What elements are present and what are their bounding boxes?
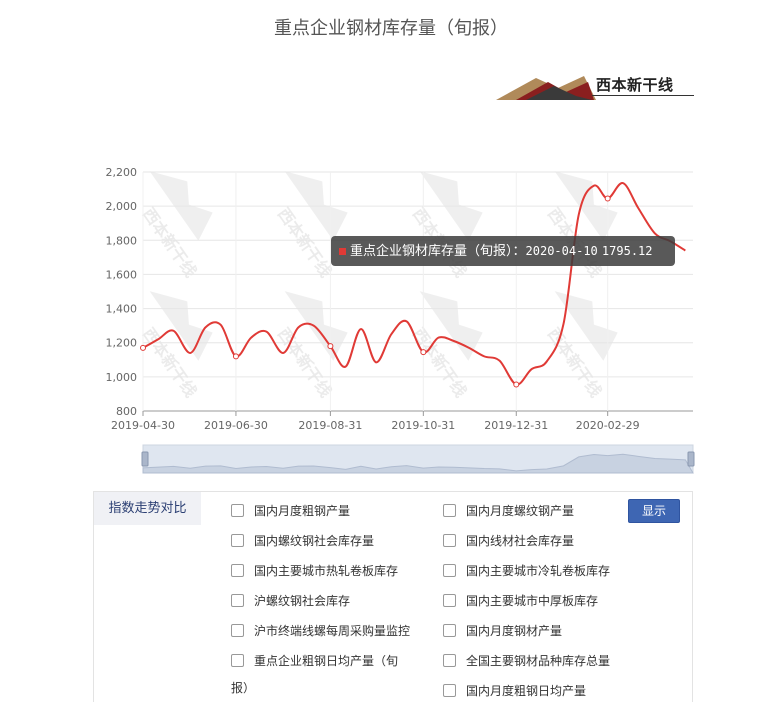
y-tick-label: 800 xyxy=(116,405,137,418)
option-label: 国内螺纹钢社会库存量 xyxy=(254,534,375,548)
compare-option[interactable]: 国内螺纹钢社会库存量 xyxy=(231,532,374,549)
line-chart: 西本新干线西本新干线西本新干线西本新干线西本新干线西本新干线西本新干线西本新干线… xyxy=(106,166,695,474)
checkbox[interactable] xyxy=(231,594,244,607)
x-tick-label: 2019-04-30 xyxy=(111,419,175,432)
compare-option[interactable]: 国内月度粗钢日均产量 xyxy=(443,682,586,699)
compare-option[interactable]: 国内主要城市冷轧卷板库存 xyxy=(443,562,610,579)
watermark: 西本新干线 xyxy=(544,291,618,401)
tooltip-date: 2020-04-10 xyxy=(525,244,598,258)
option-label: 国内月度粗钢日均产量 xyxy=(466,684,587,698)
watermark: 西本新干线 xyxy=(274,291,348,401)
option-label: 沪市终端线螺每周采购量监控 xyxy=(254,624,411,638)
zoom-handle-right[interactable] xyxy=(687,451,695,467)
option-label: 全国主要钢材品种库存总量 xyxy=(466,654,611,668)
chart-tooltip: 重点企业钢材库存量（旬报）：2020-04-10 1795.12 xyxy=(331,236,675,266)
compare-option[interactable]: 国内主要城市中厚板库存 xyxy=(443,592,598,609)
tooltip-marker xyxy=(339,248,346,255)
option-label: 重点企业粗钢日均产量（旬 xyxy=(254,654,399,668)
y-tick-label: 2,200 xyxy=(106,166,138,179)
checkbox[interactable] xyxy=(443,594,456,607)
data-point xyxy=(232,353,239,360)
data-point xyxy=(604,195,611,202)
checkbox[interactable] xyxy=(231,564,244,577)
y-tick-label: 1,600 xyxy=(106,268,138,281)
option-label-wrap: 报） xyxy=(231,681,256,695)
option-label: 沪螺纹钢社会库存 xyxy=(254,594,351,608)
chart-title: 重点企业钢材库存量（旬报） xyxy=(274,18,508,39)
checkbox[interactable] xyxy=(231,624,244,637)
x-tick-label: 2019-12-31 xyxy=(484,419,548,432)
checkbox[interactable] xyxy=(443,684,456,697)
tab-index-compare[interactable]: 指数走势对比 xyxy=(94,492,201,525)
compare-option[interactable]: 国内线材社会库存量 xyxy=(443,532,574,549)
checkbox[interactable] xyxy=(443,624,456,637)
option-label: 国内主要城市热轧卷板库存 xyxy=(254,564,399,578)
zoom-handle-left[interactable] xyxy=(141,451,149,467)
y-tick-label: 1,000 xyxy=(106,371,138,384)
x-tick-label: 2019-06-30 xyxy=(204,419,268,432)
option-label: 国内月度螺纹钢产量 xyxy=(466,504,575,518)
y-tick-label: 2,000 xyxy=(106,200,138,213)
y-tick-label: 1,800 xyxy=(106,234,138,247)
watermark: 西本新干线 xyxy=(139,171,213,281)
option-label: 国内月度粗钢产量 xyxy=(254,504,351,518)
option-label: 国内主要城市冷轧卷板库存 xyxy=(466,564,611,578)
compare-option[interactable]: 国内月度粗钢产量 xyxy=(231,502,350,519)
data-point xyxy=(420,349,427,356)
compare-option[interactable]: 国内月度螺纹钢产量 xyxy=(443,502,574,519)
compare-option[interactable]: 重点企业粗钢日均产量（旬 xyxy=(231,652,398,669)
data-point xyxy=(513,381,520,388)
option-label: 国内主要城市中厚板库存 xyxy=(466,594,599,608)
x-tick-label: 2019-10-31 xyxy=(391,419,455,432)
data-point xyxy=(327,343,334,350)
compare-option[interactable]: 沪市终端线螺每周采购量监控 xyxy=(231,622,410,639)
x-tick-label: 2020-02-29 xyxy=(576,419,640,432)
checkbox[interactable] xyxy=(443,534,456,547)
tooltip-value: 1795.12 xyxy=(601,244,653,258)
show-button[interactable]: 显示 xyxy=(628,499,680,523)
logo-underline xyxy=(592,95,694,96)
checkbox[interactable] xyxy=(231,534,244,547)
checkbox[interactable] xyxy=(231,504,244,517)
checkbox[interactable] xyxy=(443,564,456,577)
tooltip-series: 重点企业钢材库存量（旬报） xyxy=(350,244,513,259)
option-label: 国内月度钢材产量 xyxy=(466,624,563,638)
checkbox[interactable] xyxy=(443,504,456,517)
compare-panel: 指数走势对比 显示 国内月度粗钢产量国内螺纹钢社会库存量国内主要城市热轧卷板库存… xyxy=(93,491,693,702)
compare-option[interactable]: 国内月度钢材产量 xyxy=(443,622,562,639)
data-point xyxy=(140,344,146,351)
compare-option[interactable]: 沪螺纹钢社会库存 xyxy=(231,592,350,609)
option-label: 国内线材社会库存量 xyxy=(466,534,575,548)
logo-text: 西本新干线 xyxy=(596,76,674,94)
compare-option[interactable]: 全国主要钢材品种库存总量 xyxy=(443,652,610,669)
y-tick-label: 1,400 xyxy=(106,303,138,316)
checkbox[interactable] xyxy=(443,654,456,667)
x-tick-label: 2019-08-31 xyxy=(298,419,362,432)
y-tick-label: 1,200 xyxy=(106,337,138,350)
compare-option[interactable]: 国内主要城市热轧卷板库存 xyxy=(231,562,398,579)
checkbox[interactable] xyxy=(231,654,244,667)
